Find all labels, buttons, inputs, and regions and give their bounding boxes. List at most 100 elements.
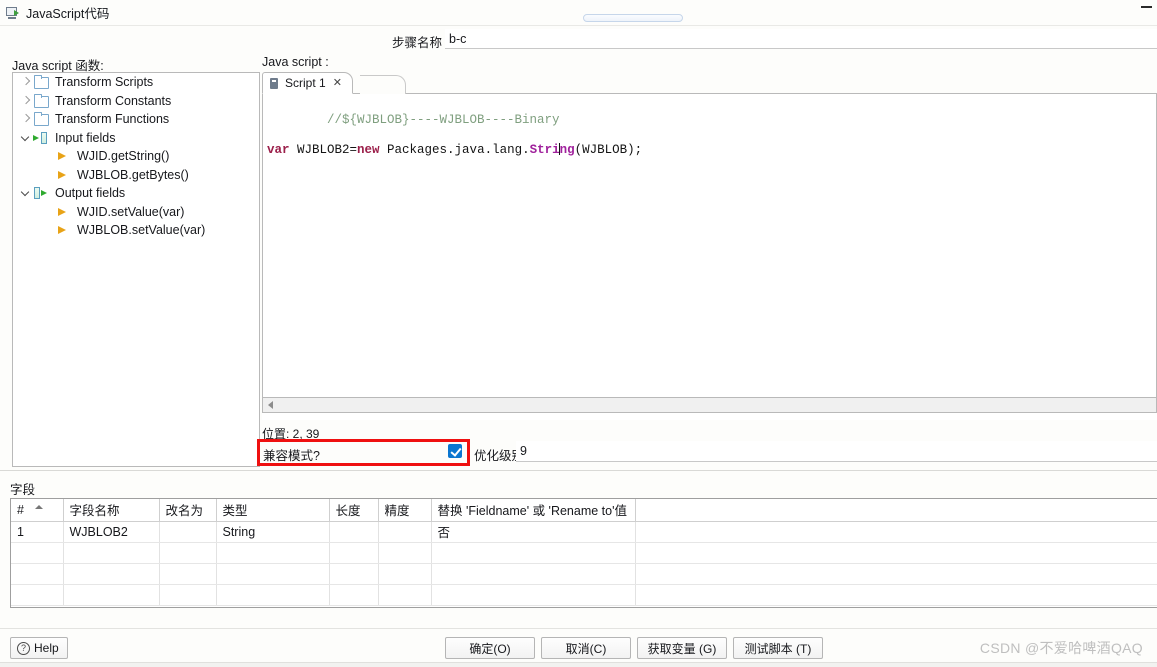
cell-fieldname[interactable] — [63, 584, 160, 606]
cell-type[interactable]: String — [216, 521, 330, 543]
tree-item-transform-scripts[interactable]: Transform Scripts — [13, 73, 259, 92]
cell-rename-to[interactable] — [159, 584, 217, 606]
get-variables-button[interactable]: 获取变量 (G) — [637, 637, 727, 659]
tree-item-wjid-setvalue[interactable]: WJID.setValue(var) — [13, 203, 259, 222]
dialog-title: JavaScript代码 — [26, 7, 110, 21]
cell-precision[interactable] — [378, 542, 432, 564]
fields-table-wrapper[interactable]: # 字段名称 改名为 类型 长度 精度 替换 'Fieldname' 或 'Re… — [10, 498, 1157, 608]
code-text: (WJBLOB); — [574, 143, 643, 157]
chevron-right-icon[interactable] — [19, 94, 33, 108]
chevron-left-icon[interactable] — [268, 401, 273, 409]
sort-asc-icon — [35, 505, 43, 509]
cell-replace[interactable] — [431, 584, 636, 606]
editor-horizontal-scrollbar[interactable] — [262, 397, 1157, 413]
script-panel-label: Java script : — [262, 55, 329, 69]
tree-item-wjblob-getbytes[interactable]: WJBLOB.getBytes() — [13, 166, 259, 185]
arrow-leaf-icon — [55, 149, 73, 163]
minimize-button[interactable] — [1141, 6, 1152, 8]
section-divider — [0, 470, 1157, 471]
ok-button[interactable]: 确定(O) — [445, 637, 535, 659]
table-row[interactable] — [11, 584, 1157, 606]
dialog-sash-handle[interactable] — [583, 14, 683, 22]
tree-item-wjid-getstring[interactable]: WJID.getString() — [13, 147, 259, 166]
cell-rename-to[interactable] — [159, 521, 217, 543]
script-tab-icon — [269, 77, 280, 90]
cell-rename-to[interactable] — [159, 563, 217, 585]
cell-replace[interactable] — [431, 542, 636, 564]
chevron-right-icon[interactable] — [19, 75, 33, 89]
tab-script-1[interactable]: Script 1 ✕ — [262, 72, 353, 94]
cell-fieldname[interactable] — [63, 563, 160, 585]
button-bar-divider — [0, 628, 1157, 629]
column-header-replace[interactable]: 替换 'Fieldname' 或 'Rename to'值 — [431, 499, 636, 522]
caret-position-text: 位置: 2, 39 — [262, 427, 320, 441]
fields-table-header-row: # 字段名称 改名为 类型 长度 精度 替换 'Fieldname' 或 'Re… — [11, 499, 1157, 522]
column-header-precision[interactable]: 精度 — [378, 499, 432, 522]
code-editor-area[interactable]: //${WJBLOB}----WJBLOB----Binary var WJBL… — [262, 94, 1157, 397]
tab-label: Script 1 — [285, 76, 326, 90]
cell-filler — [635, 542, 1157, 564]
cell-length[interactable] — [329, 542, 379, 564]
compat-mode-checkbox[interactable] — [448, 444, 462, 458]
tree-item-label: WJID.getString() — [77, 149, 170, 164]
close-icon[interactable]: ✕ — [333, 77, 342, 89]
cell-index — [11, 563, 64, 585]
cell-replace[interactable]: 否 — [431, 521, 636, 543]
cell-fieldname[interactable]: WJBLOB2 — [63, 521, 160, 543]
chevron-down-icon[interactable] — [19, 131, 33, 145]
tree-item-transform-constants[interactable]: Transform Constants — [13, 92, 259, 111]
cell-length[interactable] — [329, 521, 379, 543]
column-header-length[interactable]: 长度 — [329, 499, 379, 522]
column-header-label: # — [17, 502, 24, 517]
cell-type[interactable] — [216, 563, 330, 585]
output-fields-icon — [33, 186, 51, 200]
cell-precision[interactable] — [378, 584, 432, 606]
column-header-type[interactable]: 类型 — [216, 499, 330, 522]
functions-tree[interactable]: Transform Scripts Transform Constants Tr… — [12, 72, 260, 467]
arrow-leaf-icon — [55, 223, 73, 237]
input-fields-icon — [33, 131, 51, 145]
dialog-titlebar: JavaScript代码 — [0, 0, 1157, 25]
compat-mode-label: 兼容模式? — [263, 449, 320, 463]
table-row[interactable]: 1 WJBLOB2 String 否 — [11, 521, 1157, 543]
cell-precision[interactable] — [378, 521, 432, 543]
editor-tabstrip: Script 1 ✕ — [262, 72, 1157, 94]
cell-filler — [635, 584, 1157, 606]
cell-fieldname[interactable] — [63, 542, 160, 564]
step-name-row: 步骤名称 — [0, 28, 1157, 52]
tree-item-input-fields[interactable]: Input fields — [13, 129, 259, 148]
cancel-button[interactable]: 取消(C) — [541, 637, 631, 659]
tree-item-wjblob-setvalue[interactable]: WJBLOB.setValue(var) — [13, 221, 259, 240]
code-line-1: //${WJBLOB}----WJBLOB----Binary — [267, 98, 1156, 143]
cell-type[interactable] — [216, 542, 330, 564]
cell-replace[interactable] — [431, 563, 636, 585]
chevron-down-icon[interactable] — [19, 186, 33, 200]
test-script-button[interactable]: 测试脚本 (T) — [733, 637, 823, 659]
watermark-text: CSDN @不爱哈啤酒QAQ — [979, 640, 1143, 656]
column-header-fieldname[interactable]: 字段名称 — [63, 499, 160, 522]
tree-item-label: WJID.setValue(var) — [77, 204, 185, 219]
cell-length[interactable] — [329, 563, 379, 585]
table-row[interactable] — [11, 542, 1157, 564]
tree-item-transform-functions[interactable]: Transform Functions — [13, 110, 259, 129]
tree-item-output-fields[interactable]: Output fields — [13, 184, 259, 203]
help-button[interactable]: ? Help — [10, 637, 68, 659]
script-editor-panel: Script 1 ✕ //${WJBLOB}----WJBLOB----Bina… — [262, 72, 1157, 420]
step-name-input[interactable] — [445, 29, 1157, 49]
cell-index — [11, 542, 64, 564]
chevron-right-icon[interactable] — [19, 112, 33, 126]
keyword-new: new — [357, 143, 380, 157]
column-header-rename-to[interactable]: 改名为 — [159, 499, 217, 522]
tree-item-label: Transform Constants — [55, 93, 172, 108]
cell-type[interactable] — [216, 584, 330, 606]
cell-rename-to[interactable] — [159, 542, 217, 564]
column-header-index[interactable]: # — [11, 499, 64, 522]
arrow-leaf-icon — [55, 168, 73, 182]
script-window-icon — [6, 6, 20, 20]
cell-length[interactable] — [329, 584, 379, 606]
cell-precision[interactable] — [378, 563, 432, 585]
optimization-level-input[interactable] — [516, 441, 1157, 462]
code-text: Packages.java.lang. — [379, 143, 530, 157]
tree-item-label: WJBLOB.getBytes() — [77, 167, 189, 182]
table-row[interactable] — [11, 563, 1157, 585]
